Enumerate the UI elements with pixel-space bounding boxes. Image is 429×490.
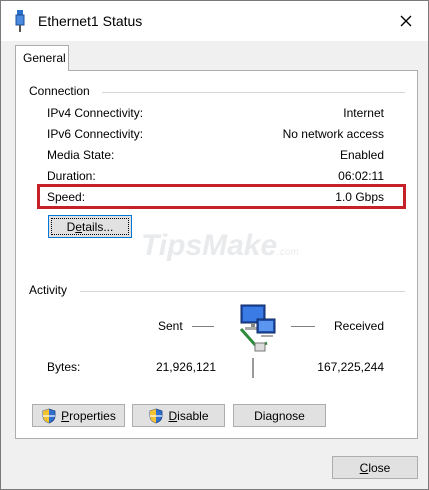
focus-rectangle [51, 218, 129, 235]
connection-heading: Connection [29, 84, 94, 98]
shield-icon [42, 408, 56, 423]
diagnose-button-label: Diagnose [254, 408, 305, 423]
duration-label: Duration: [47, 169, 96, 183]
properties-button-label: Properties [61, 408, 116, 423]
sent-line [192, 326, 214, 327]
disable-button-label: Disable [168, 408, 209, 423]
network-computers-icon [239, 304, 276, 352]
close-button-label: Close [359, 460, 391, 475]
activity-heading: Activity [29, 283, 72, 297]
ipv4-label: IPv4 Connectivity: [47, 106, 144, 120]
ipv6-label: IPv6 Connectivity: [47, 127, 144, 141]
activity-divider-bar [252, 358, 254, 378]
close-button[interactable]: Close [332, 456, 418, 479]
details-button[interactable]: Details... [48, 215, 132, 238]
connection-divider [102, 92, 405, 93]
status-dialog: Ethernet1 Status General Connection IPv4… [0, 0, 429, 490]
tab-general[interactable]: General [15, 45, 69, 71]
watermark: TipsMake.com [141, 229, 299, 262]
bytes-label: Bytes: [47, 360, 81, 374]
bytes-sent-value: 21,926,121 [155, 360, 216, 374]
duration-value: 06:02:11 [338, 169, 384, 183]
ipv4-value: Internet [343, 106, 384, 120]
ipv6-value: No network access [282, 127, 384, 141]
window-title: Ethernet1 Status [38, 13, 143, 29]
close-icon[interactable] [394, 9, 418, 33]
received-line [291, 326, 315, 327]
disable-button[interactable]: Disable [132, 404, 225, 427]
tab-general-label: General [23, 51, 66, 65]
diagnose-button[interactable]: Diagnose [233, 404, 326, 427]
bytes-received-value: 167,225,244 [317, 360, 384, 374]
speed-label: Speed: [47, 190, 86, 204]
shield-icon [150, 408, 163, 423]
title-bar[interactable]: Ethernet1 Status [1, 1, 428, 41]
media-state-label: Media State: [47, 148, 115, 162]
properties-button[interactable]: Properties [32, 404, 125, 427]
speed-value: 1.0 Gbps [335, 190, 384, 204]
media-state-value: Enabled [339, 148, 384, 162]
ethernet-cable-icon [15, 10, 25, 32]
sent-label: Sent [158, 319, 183, 333]
activity-divider [80, 291, 405, 292]
received-label: Received [334, 319, 385, 333]
